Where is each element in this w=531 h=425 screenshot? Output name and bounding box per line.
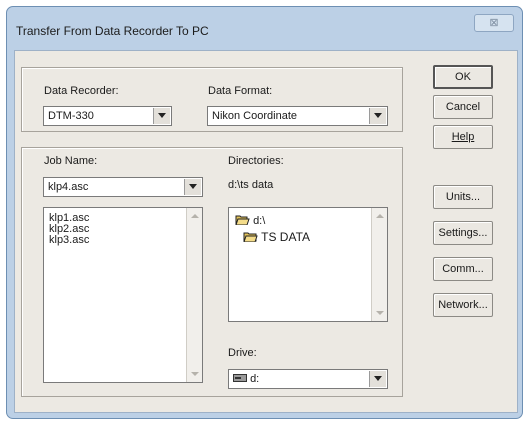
help-button[interactable]: Help (433, 125, 493, 149)
settings-button[interactable]: Settings... (433, 221, 493, 245)
list-item[interactable]: klp3.asc (49, 234, 89, 246)
data-recorder-value: DTM-330 (48, 110, 94, 122)
data-recorder-dropdown-arrow[interactable] (153, 108, 170, 124)
data-recorder-select[interactable]: DTM-330 (43, 106, 172, 126)
data-format-select[interactable]: Nikon Coordinate (207, 106, 388, 126)
dialog-title: Transfer From Data Recorder To PC (16, 24, 209, 38)
chevron-down-icon (158, 113, 166, 118)
directory-item-label: d:\ (253, 215, 266, 227)
scroll-up-icon[interactable] (376, 214, 384, 218)
job-file-list[interactable]: klp1.asc klp2.asc klp3.asc (43, 207, 203, 383)
drive-icon (233, 374, 247, 382)
chevron-down-icon (374, 376, 382, 381)
directories-label: Directories: (228, 155, 284, 167)
drive-label: Drive: (228, 347, 257, 359)
directory-tree-list[interactable]: d:\ TS DATA (228, 207, 388, 322)
data-format-dropdown-arrow[interactable] (369, 108, 386, 124)
drive-value-text: d: (250, 373, 260, 385)
units-button[interactable]: Units... (433, 185, 493, 209)
scroll-down-icon[interactable] (376, 311, 384, 315)
comm-button[interactable]: Comm... (433, 257, 493, 281)
drive-select[interactable]: d: (228, 369, 388, 389)
open-folder-icon (235, 215, 250, 226)
data-format-value: Nikon Coordinate (212, 110, 297, 122)
cancel-button[interactable]: Cancel (433, 95, 493, 119)
chevron-down-icon (189, 184, 197, 189)
chevron-down-icon (374, 113, 382, 118)
job-list-scrollbar[interactable] (186, 208, 202, 382)
folder-icon (243, 232, 258, 243)
directory-item-ts-data[interactable]: TS DATA (243, 230, 310, 244)
data-recorder-label: Data Recorder: (44, 85, 119, 97)
current-directory-path: d:\ts data (228, 179, 274, 191)
job-name-select[interactable]: klp4.asc (43, 177, 203, 197)
dialog-client-area: Data Recorder: DTM-330 Data Format: Niko… (14, 50, 518, 413)
ok-button[interactable]: OK (433, 65, 493, 89)
data-format-label: Data Format: (208, 85, 273, 97)
job-name-value: klp4.asc (48, 181, 89, 193)
close-button[interactable]: ⊠ (474, 14, 514, 32)
directory-item-root[interactable]: d:\ (235, 214, 265, 227)
scroll-down-icon[interactable] (191, 372, 199, 376)
directory-list-scrollbar[interactable] (371, 208, 387, 321)
drive-value: d: (233, 373, 259, 385)
job-name-dropdown-arrow[interactable] (184, 179, 201, 195)
network-button[interactable]: Network... (433, 293, 493, 317)
close-icon: ⊠ (489, 17, 499, 29)
scroll-up-icon[interactable] (191, 214, 199, 218)
drive-dropdown-arrow[interactable] (369, 371, 386, 387)
job-name-label: Job Name: (44, 155, 98, 167)
directory-item-label: TS DATA (261, 230, 311, 244)
